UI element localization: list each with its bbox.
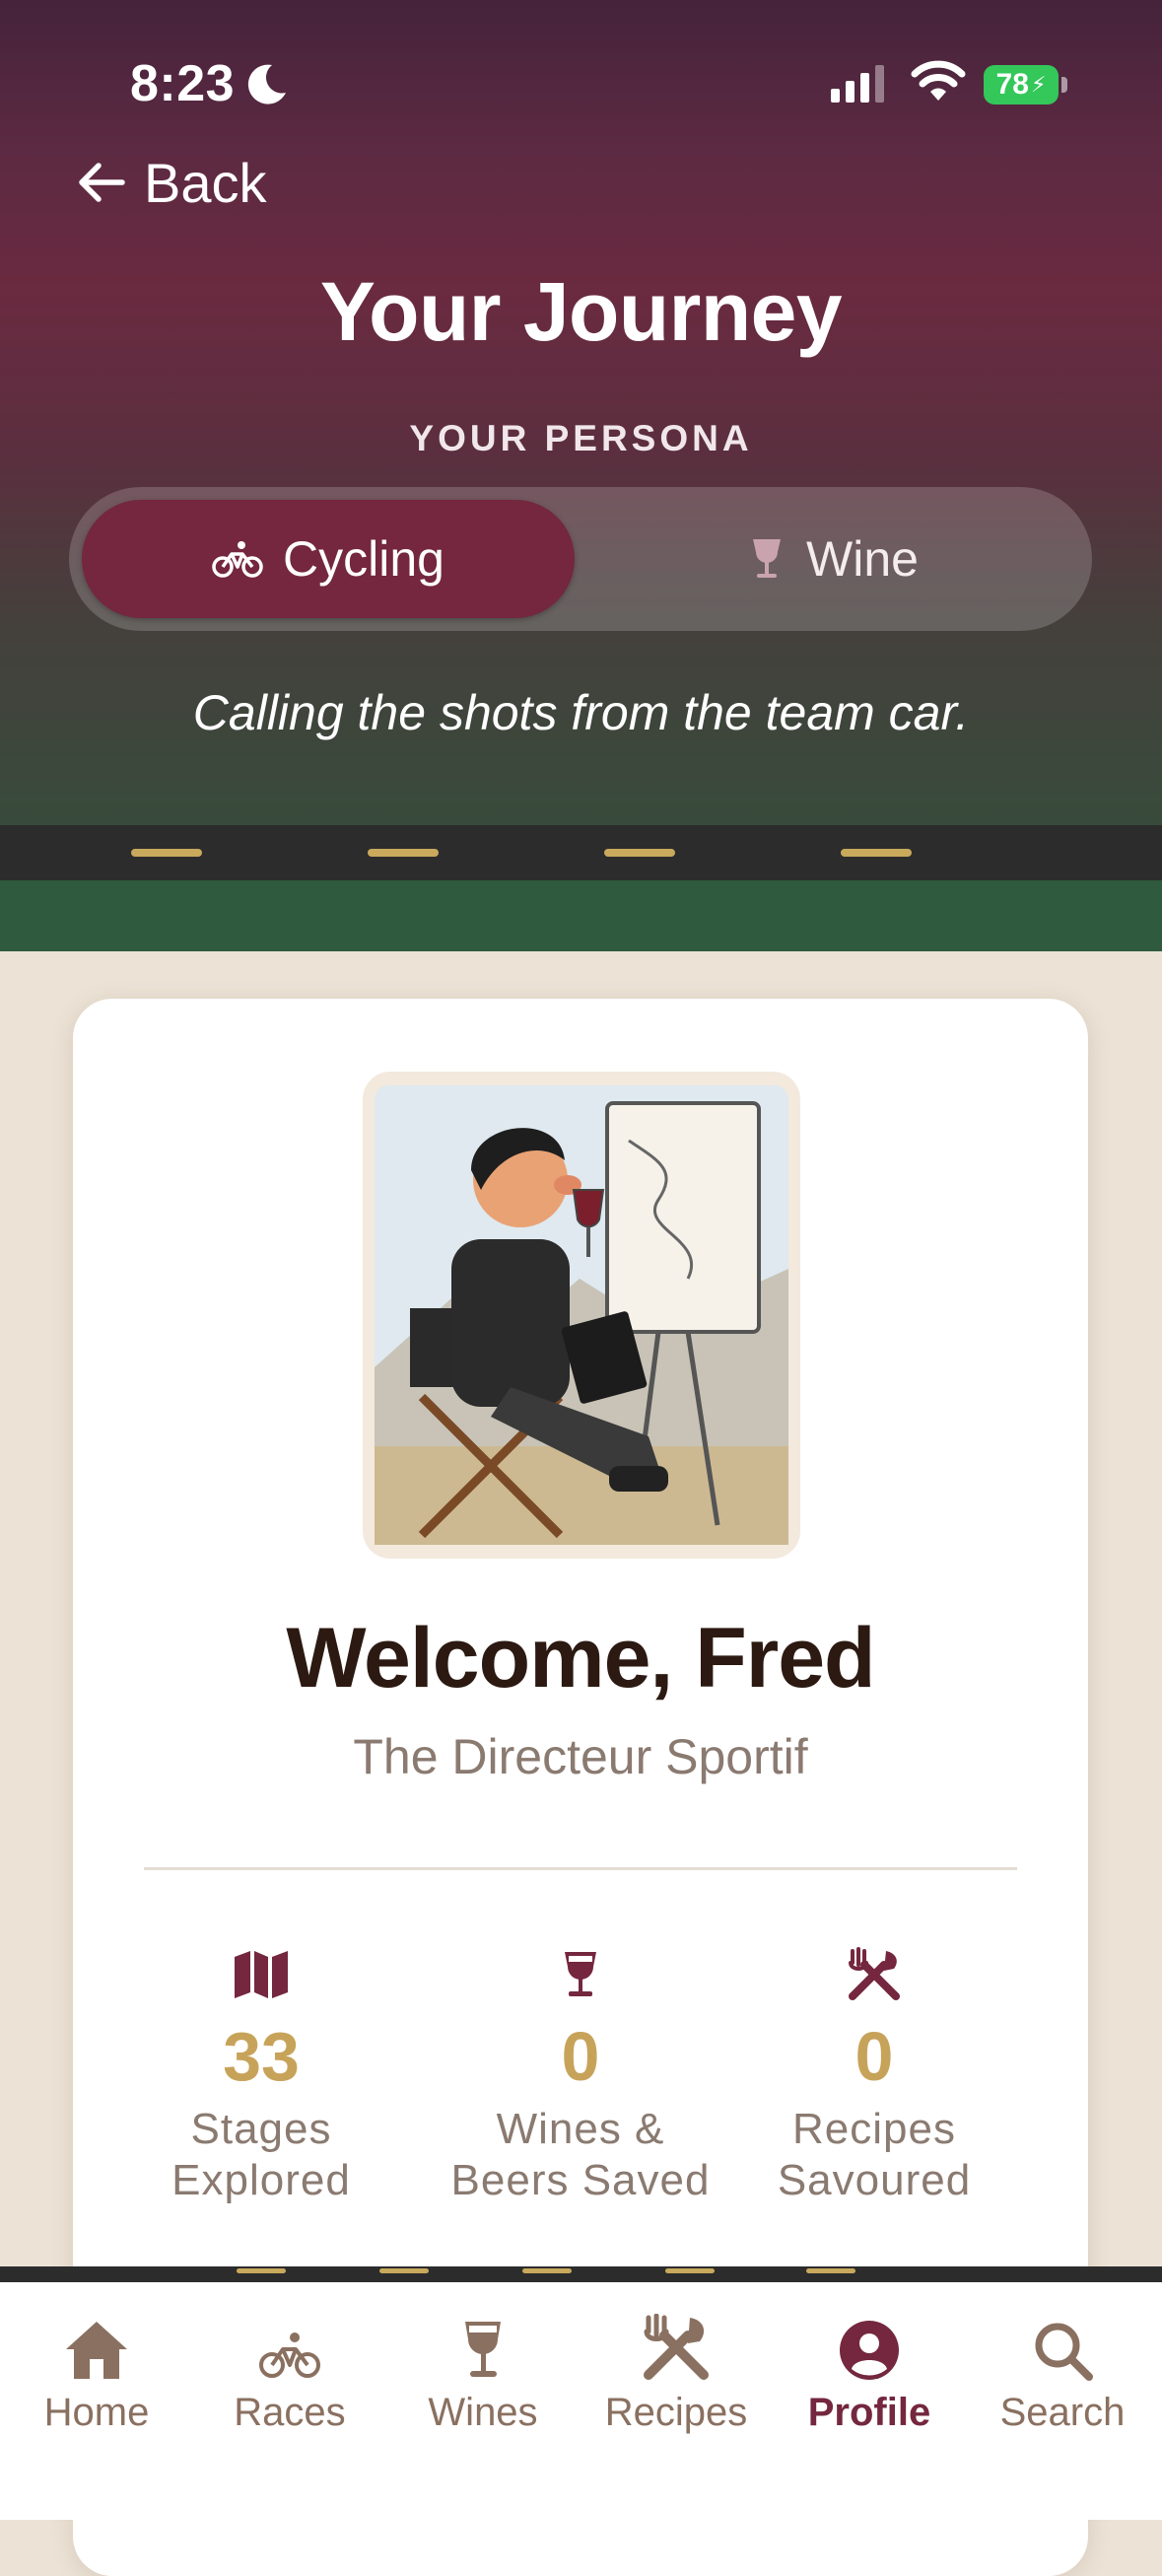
wifi-icon [911, 60, 966, 101]
stat-label: Recipes Savoured [777, 2105, 972, 2204]
persona-option-wine[interactable]: Wine [581, 500, 1084, 618]
tab-search[interactable]: Search [966, 2306, 1159, 2435]
battery-tip [1061, 77, 1067, 93]
persona-label-wine: Wine [806, 531, 919, 587]
persona-section-label: YOUR PERSONA [409, 418, 753, 458]
home-icon [66, 2322, 127, 2379]
battery-level: 78 [995, 68, 1029, 101]
stat-value: 0 [561, 2018, 600, 2095]
tab-profile[interactable]: Profile [773, 2306, 966, 2435]
persona-title: The Directeur Sportif [353, 1729, 808, 1784]
stat-wines: 0 Wines & Beers Saved [438, 1940, 723, 2206]
bicycle-icon [259, 2332, 320, 2378]
grass-strip [0, 880, 1162, 951]
persona-label-cycling: Cycling [283, 531, 444, 587]
tab-home[interactable]: Home [0, 2306, 193, 2435]
stat-recipes: 0 Recipes Savoured [731, 1940, 1017, 2206]
stat-value: 33 [223, 2018, 300, 2095]
road-dash [841, 849, 912, 857]
persona-illustration [363, 1072, 800, 1559]
stat-label: Stages Explored [171, 2105, 351, 2204]
tab-recipes[interactable]: Recipes [580, 2306, 773, 2435]
stat-label: Wines & Beers Saved [450, 2105, 711, 2204]
tab-label: Races [234, 2391, 346, 2434]
back-button[interactable]: Back [77, 148, 267, 217]
tab-wines[interactable]: Wines [386, 2306, 580, 2435]
road-dash [237, 2268, 286, 2273]
road-dash [131, 849, 202, 857]
search-icon [1035, 2323, 1093, 2381]
stat-value: 0 [854, 2018, 894, 2095]
road-dash [806, 2268, 855, 2273]
bicycle-icon [212, 541, 263, 578]
persona-option-cycling[interactable]: Cycling [82, 500, 575, 618]
road-divider [0, 825, 1162, 880]
tab-label: Recipes [604, 2391, 748, 2434]
persona-toggle: Cycling Wine [69, 487, 1092, 631]
wine-glass-icon [565, 1952, 596, 1996]
road-dash [379, 2268, 429, 2273]
signal-icon [831, 65, 884, 103]
tab-bar: Home Races Wines Recipes Profile Search [0, 2282, 1162, 2520]
wine-glass-icon [753, 539, 782, 578]
arrow-left-icon [79, 163, 125, 202]
tab-label: Wines [428, 2391, 538, 2434]
map-icon [235, 1951, 288, 1998]
road-dash [522, 2268, 572, 2273]
tab-label: Profile [807, 2391, 931, 2434]
persona-tagline: Calling the shots from the team car. [192, 685, 970, 740]
moon-icon [247, 64, 286, 104]
tab-label: Home [43, 2391, 150, 2434]
divider [144, 1867, 1017, 1870]
utensils-icon [849, 1947, 900, 2000]
page-title: Your Journey [319, 265, 843, 358]
tab-races[interactable]: Races [193, 2306, 386, 2435]
charging-icon: ⚡ [1030, 72, 1047, 97]
status-time: 8:23 [130, 55, 236, 112]
utensils-icon [644, 2314, 709, 2380]
welcome-heading: Welcome, Fred [286, 1611, 875, 1706]
back-label: Back [144, 151, 267, 214]
battery-indicator: 78 ⚡ [984, 65, 1059, 104]
road-dash [665, 2268, 715, 2273]
stat-stages: 33 Stages Explored [118, 1940, 404, 2206]
road-dash [604, 849, 675, 857]
status-bar: 8:23 78 ⚡ [0, 0, 1162, 168]
tab-label: Search [999, 2391, 1126, 2434]
wine-glass-icon [465, 2322, 501, 2377]
user-circle-icon [840, 2321, 899, 2380]
tabbar-road [0, 2266, 1162, 2282]
road-dash [368, 849, 439, 857]
header: 8:23 78 ⚡ Back Your Journey YOUR PERSONA [0, 0, 1162, 825]
